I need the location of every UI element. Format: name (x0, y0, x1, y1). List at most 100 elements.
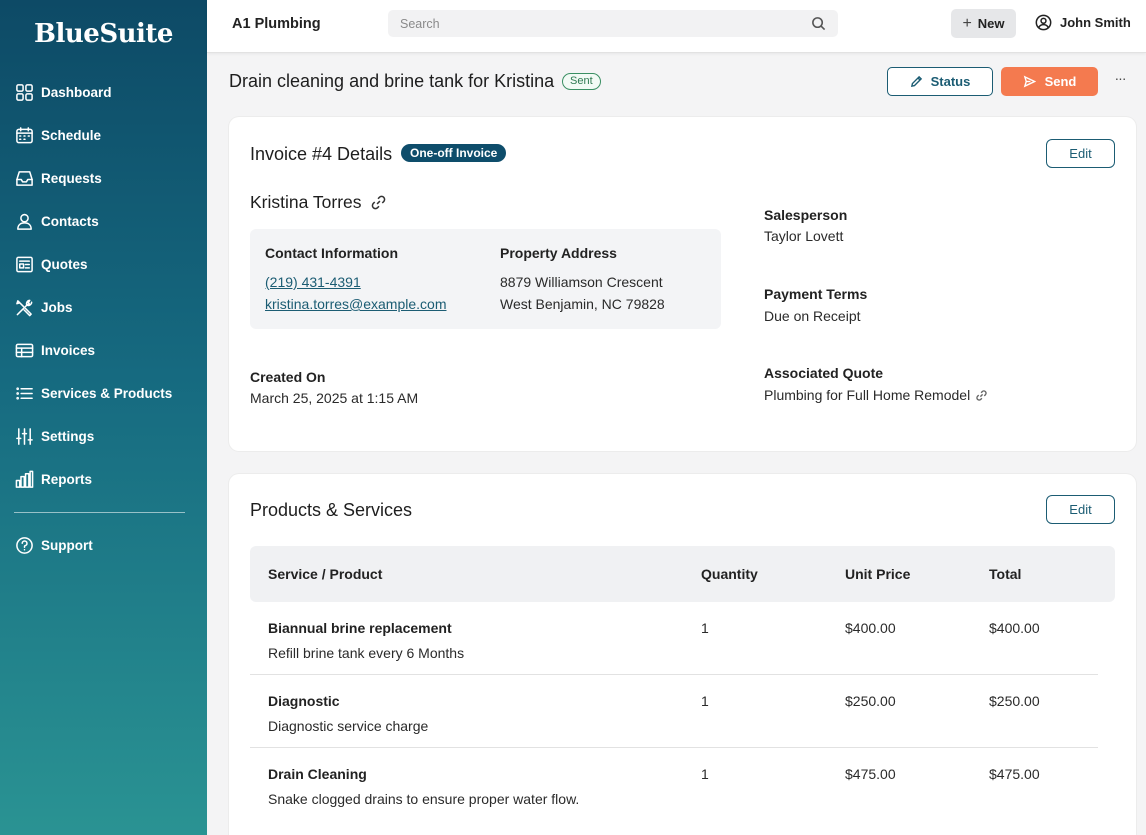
calendar-icon (14, 126, 34, 146)
sidebar-item-requests[interactable]: Requests (0, 157, 207, 200)
client-name: Kristina Torres (250, 192, 387, 213)
item-quantity: 1 (701, 693, 709, 709)
item-total: $250.00 (989, 693, 1040, 709)
item-unit-price: $250.00 (845, 693, 896, 709)
sidebar-item-dashboard[interactable]: Dashboard (0, 71, 207, 114)
products-services-card: Products & Services Edit Service / Produ… (229, 474, 1136, 835)
item-name: Biannual brine replacement (268, 620, 452, 636)
user-menu[interactable]: John Smith (1035, 14, 1131, 31)
item-total: $400.00 (989, 620, 1040, 636)
sidebar-nav: Dashboard Schedule Requests Contacts Quo… (0, 71, 207, 567)
contact-heading: Contact Information (265, 245, 398, 261)
user-name: John Smith (1060, 15, 1131, 30)
search-icon[interactable] (811, 16, 826, 31)
associated-quote-link[interactable]: Plumbing for Full Home Remodel (764, 387, 988, 403)
help-circle-icon (14, 536, 34, 556)
item-unit-price: $475.00 (845, 766, 896, 782)
products-title: Products & Services (250, 500, 413, 520)
app-logo[interactable]: BlueSuite (0, 0, 207, 62)
new-button-label: New (977, 16, 1005, 31)
plus-icon: + (962, 14, 972, 32)
address-line-1: 8879 Williamson Crescent (500, 274, 663, 290)
link-icon[interactable] (370, 194, 387, 211)
column-header: Unit Price (845, 566, 911, 582)
table-row[interactable]: Biannual brine replacement Refill brine … (250, 602, 1098, 675)
table-row[interactable]: Diagnostic Diagnostic service charge 1 $… (250, 675, 1098, 748)
status-button[interactable]: Status (887, 67, 993, 96)
sidebar-item-label: Invoices (41, 343, 96, 358)
created-label: Created On (250, 369, 326, 385)
sidebar-item-contacts[interactable]: Contacts (0, 200, 207, 243)
associated-quote-label: Associated Quote (764, 365, 884, 381)
sidebar-item-label: Settings (41, 429, 95, 444)
sidebar-item-support[interactable]: Support (0, 524, 207, 567)
send-button[interactable]: Send (1001, 67, 1098, 96)
status-button-label: Status (930, 74, 971, 89)
table-row[interactable]: Drain Cleaning Snake clogged drains to e… (250, 748, 1098, 821)
topbar: A1 Plumbing + New John Smith (207, 0, 1146, 53)
item-name: Diagnostic (268, 693, 340, 709)
sidebar-item-label: Contacts (41, 214, 99, 229)
sidebar-item-label: Requests (41, 171, 102, 186)
sidebar-item-schedule[interactable]: Schedule (0, 114, 207, 157)
user-circle-icon (1035, 14, 1052, 31)
sidebar-divider (14, 512, 185, 513)
salesperson-label: Salesperson (764, 207, 848, 223)
search-box[interactable] (388, 10, 838, 37)
sidebar-item-label: Reports (41, 472, 93, 487)
sliders-icon (14, 427, 34, 447)
invoice-details-card: Invoice #4 Details One-off Invoice Edit … (229, 117, 1136, 451)
sidebar-item-settings[interactable]: Settings (0, 415, 207, 458)
user-icon (14, 212, 34, 232)
invoice-type-badge: One-off Invoice (401, 144, 507, 162)
sidebar-item-label: Dashboard (41, 85, 112, 100)
client-name-text: Kristina Torres (250, 192, 362, 212)
sidebar-item-label: Quotes (41, 257, 88, 272)
column-header: Quantity (701, 566, 758, 582)
sidebar: BlueSuite Dashboard Schedule Requests Co… (0, 0, 207, 835)
send-button-label: Send (1044, 74, 1077, 89)
sidebar-item-quotes[interactable]: Quotes (0, 243, 207, 286)
item-name: Drain Cleaning (268, 766, 367, 782)
quote-icon (14, 255, 34, 275)
email-link[interactable]: kristina.torres@example.com (265, 296, 447, 312)
tools-icon (14, 298, 34, 318)
sidebar-item-jobs[interactable]: Jobs (0, 286, 207, 329)
sidebar-item-services-products[interactable]: Services & Products (0, 372, 207, 415)
search-input[interactable] (388, 10, 838, 37)
inbox-icon (14, 169, 34, 189)
new-button[interactable]: + New (951, 9, 1016, 38)
payment-terms-value: Due on Receipt (764, 308, 861, 324)
column-header: Service / Product (268, 566, 383, 582)
item-total: $475.00 (989, 766, 1040, 782)
send-icon (1023, 75, 1036, 88)
invoice-title: Invoice #4 Details (250, 144, 393, 164)
link-icon (976, 389, 987, 401)
edit-products-button[interactable]: Edit (1046, 495, 1115, 524)
more-options-button[interactable]: ··· (1112, 70, 1128, 90)
sidebar-item-label: Schedule (41, 128, 102, 143)
contact-info-box: Contact Information (219) 431-4391 krist… (250, 229, 721, 329)
address-line-2: West Benjamin, NC 79828 (500, 296, 665, 312)
sidebar-item-label: Support (41, 538, 93, 553)
phone-link[interactable]: (219) 431-4391 (265, 274, 361, 290)
created-value: March 25, 2025 at 1:15 AM (250, 390, 419, 406)
item-quantity: 1 (701, 620, 709, 636)
pencil-icon (910, 75, 922, 88)
payment-terms-label: Payment Terms (764, 286, 868, 302)
salesperson-value: Taylor Lovett (764, 228, 844, 244)
sidebar-item-invoices[interactable]: Invoices (0, 329, 207, 372)
sidebar-item-label: Services & Products (41, 386, 173, 401)
table-header: Service / Product Quantity Unit Price To… (250, 546, 1115, 602)
page-title: Drain cleaning and brine tank for Kristi… (229, 71, 555, 91)
sidebar-item-label: Jobs (41, 300, 73, 315)
edit-invoice-button[interactable]: Edit (1046, 139, 1115, 168)
address-heading: Property Address (500, 245, 617, 261)
item-quantity: 1 (701, 766, 709, 782)
list-icon (14, 384, 34, 404)
dashboard-icon (14, 83, 34, 103)
company-name[interactable]: A1 Plumbing (232, 16, 321, 32)
item-unit-price: $400.00 (845, 620, 896, 636)
sidebar-item-reports[interactable]: Reports (0, 458, 207, 501)
invoice-icon (14, 341, 34, 361)
